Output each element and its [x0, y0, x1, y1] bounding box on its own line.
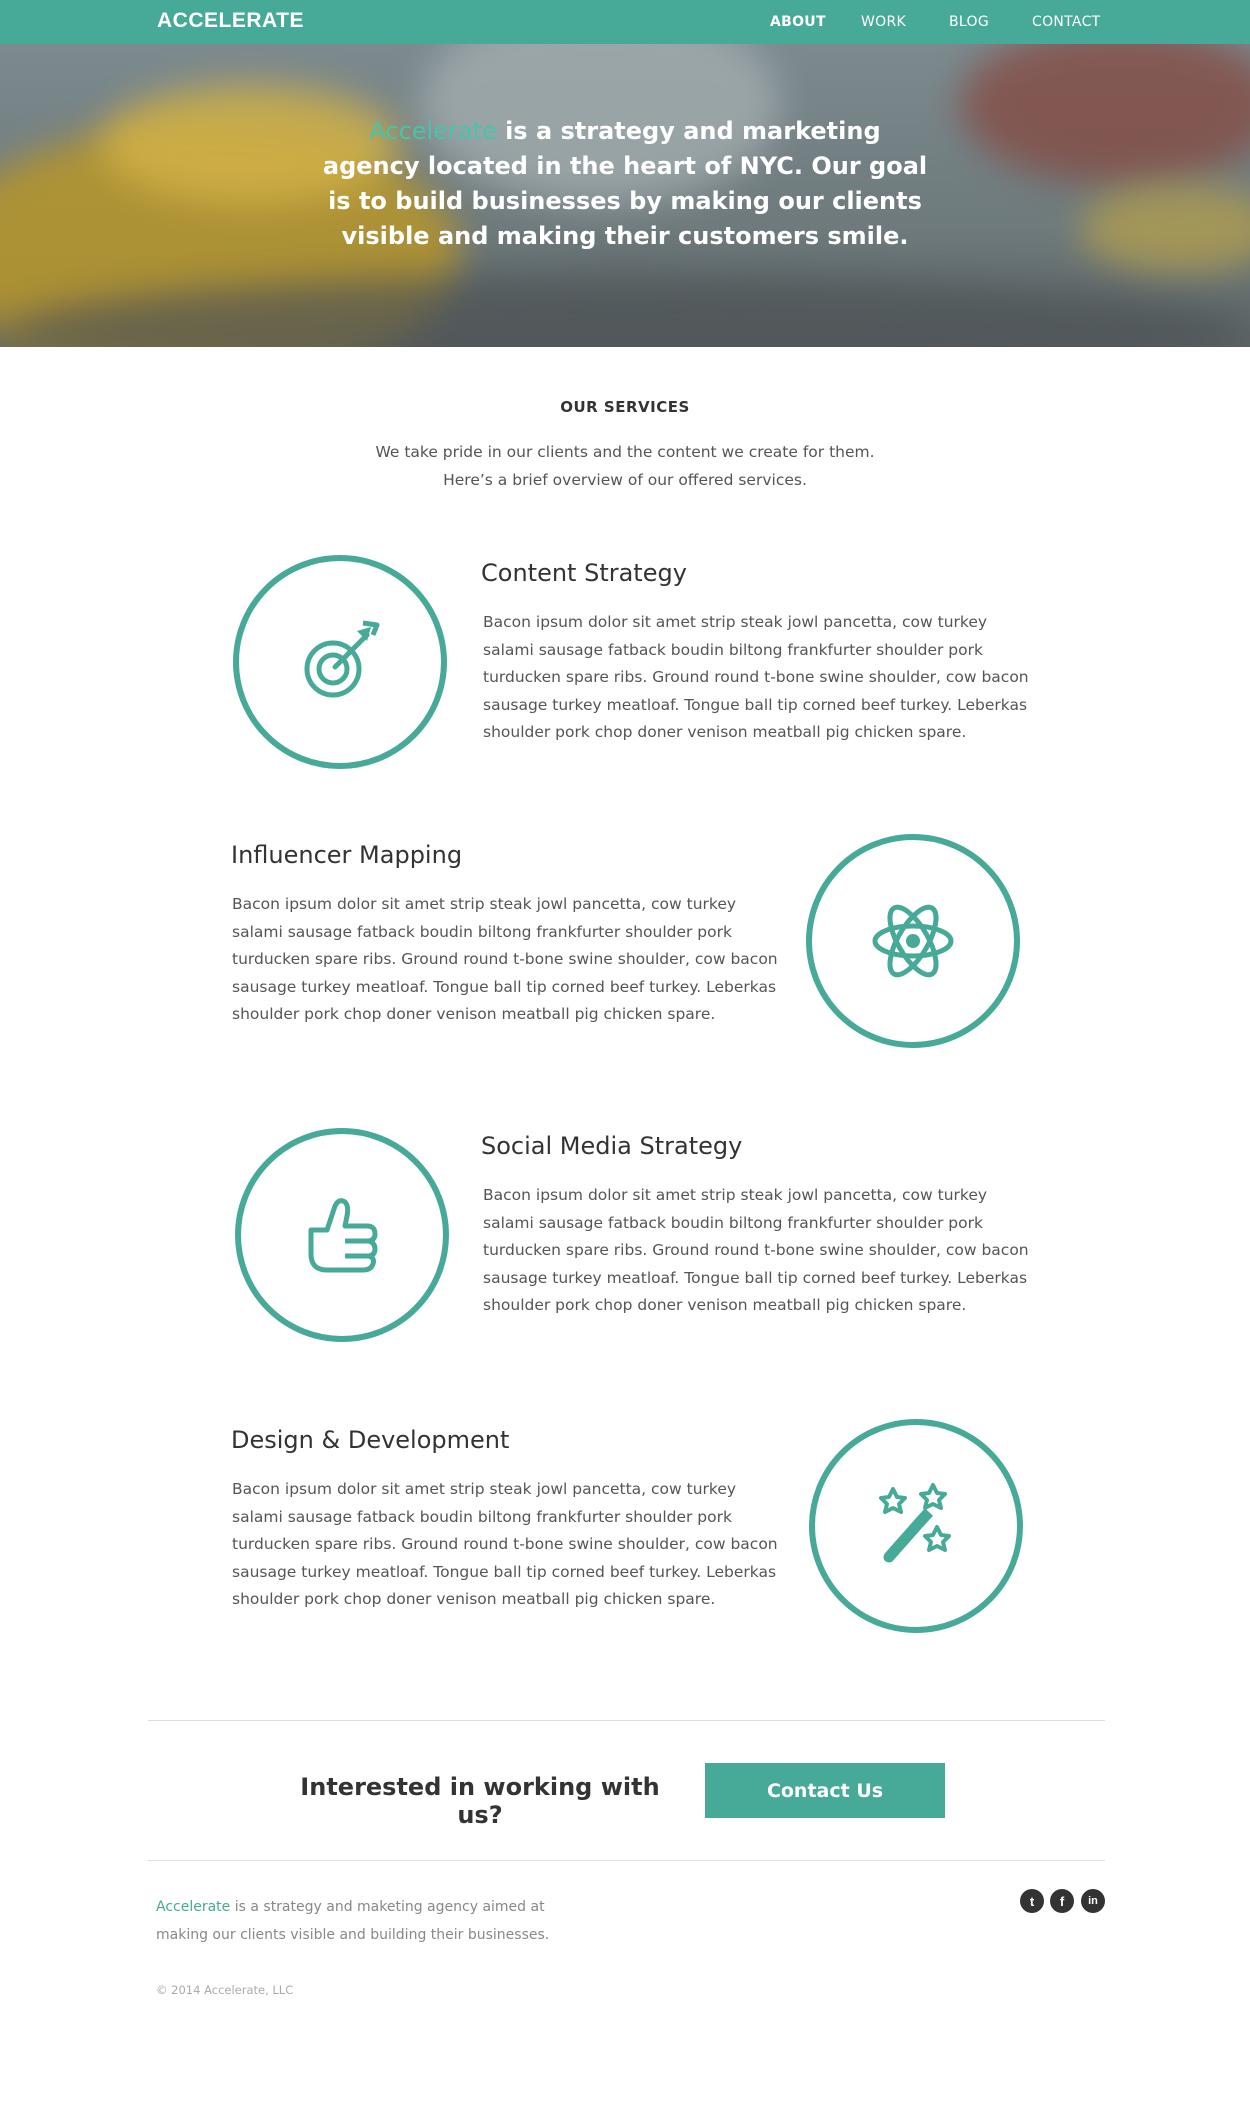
- linkedin-icon[interactable]: in: [1081, 1889, 1105, 1913]
- footer-accent-word[interactable]: Accelerate: [156, 1899, 230, 1915]
- twitter-icon[interactable]: t: [1020, 1889, 1044, 1913]
- nav-item-about[interactable]: ABOUT: [770, 14, 826, 30]
- service-title-social-media-strategy: Social Media Strategy: [481, 1132, 743, 1160]
- content-strategy-icon-circle: [233, 555, 447, 769]
- contact-us-button[interactable]: Contact Us: [705, 1763, 945, 1818]
- social-media-strategy-icon-circle: [235, 1128, 449, 1342]
- services-subtitle: We take pride in our clients and the con…: [325, 438, 925, 494]
- copyright: © 2014 Accelerate, LLC: [156, 1983, 294, 1997]
- cta-bottom-divider: [148, 1860, 1105, 1861]
- services-title: OUR SERVICES: [560, 398, 690, 416]
- nav-item-contact[interactable]: CONTACT: [1032, 14, 1101, 30]
- service-title-content-strategy: Content Strategy: [481, 559, 687, 587]
- influencer-mapping-icon-circle: [806, 834, 1020, 1048]
- brand-logo[interactable]: ACCELERATE: [157, 9, 304, 33]
- service-body-content-strategy: Bacon ipsum dolor sit amet strip steak j…: [483, 613, 1029, 741]
- services-subtitle-line1: We take pride in our clients and the con…: [375, 443, 875, 461]
- service-body-social-media-strategy: Bacon ipsum dolor sit amet strip steak j…: [483, 1186, 1029, 1314]
- hero-text: Accelerate is a strategy and marketing a…: [320, 114, 930, 254]
- magic-wand-icon: [879, 1483, 951, 1563]
- hero-car-blur: [1080, 184, 1250, 274]
- thumbs-up-icon: [308, 1198, 378, 1273]
- services-subtitle-line2: Here’s a brief overview of our offered s…: [443, 471, 807, 489]
- service-body-influencer-mapping: Bacon ipsum dolor sit amet strip steak j…: [232, 895, 778, 1023]
- target-arrow-icon: [304, 620, 380, 698]
- atom-icon: [872, 904, 954, 978]
- hero-accent-word: Accelerate: [369, 117, 497, 145]
- facebook-icon[interactable]: f: [1050, 1889, 1074, 1913]
- cta-top-divider: [148, 1720, 1105, 1721]
- design-development-icon-circle: [809, 1419, 1023, 1633]
- top-nav: ACCELERATE ABOUT WORK BLOG CONTACT: [0, 0, 1250, 44]
- service-title-influencer-mapping: Influencer Mapping: [231, 841, 463, 869]
- nav-item-work[interactable]: WORK: [861, 14, 906, 30]
- service-title-design-development: Design & Development: [231, 1426, 510, 1454]
- hero-storefront-blur: [960, 44, 1250, 184]
- cta-text: Interested in working with us?: [300, 1773, 660, 1829]
- footer-description: Accelerate is a strategy and maketing ag…: [156, 1893, 586, 1949]
- service-body-design-development: Bacon ipsum dolor sit amet strip steak j…: [232, 1480, 778, 1608]
- hero-banner: Accelerate is a strategy and marketing a…: [0, 44, 1250, 347]
- nav-item-blog[interactable]: BLOG: [949, 14, 989, 30]
